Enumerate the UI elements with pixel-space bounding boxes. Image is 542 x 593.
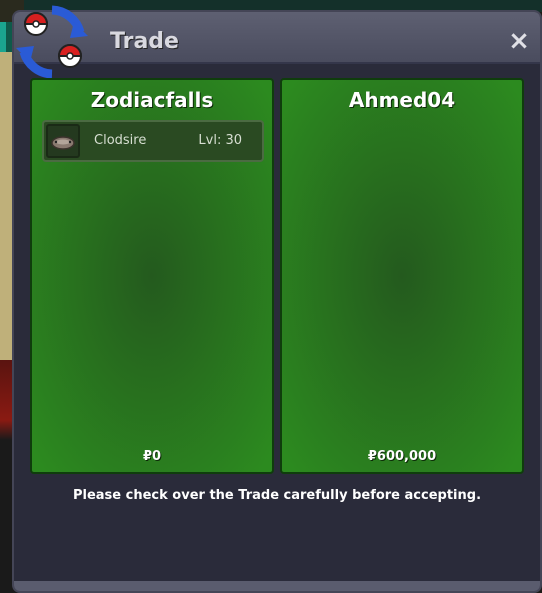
my-offer-panel: Zodiacfalls Clodsire Lvl: 30 ₽0 <box>30 78 274 474</box>
pokemon-sprite-icon <box>46 124 80 158</box>
close-icon[interactable]: × <box>508 28 530 54</box>
partner-trainer-name: Ahmed04 <box>348 88 456 112</box>
offered-pokemon-row[interactable]: Clodsire Lvl: 30 <box>42 120 264 162</box>
trade-titlebar[interactable]: Trade × <box>14 12 540 64</box>
pokemon-level: Lvl: 30 <box>198 133 242 148</box>
partner-offer-panel: Ahmed04 ₽600,000 <box>280 78 524 474</box>
trade-window: Trade × Zodiacfalls Clodsire Lvl: 30 ₽0 … <box>12 5 542 593</box>
my-trainer-name: Zodiacfalls <box>90 88 214 112</box>
pokeball-swap-icon <box>16 5 88 79</box>
window-bottom-bar <box>14 581 540 591</box>
pokemon-name: Clodsire <box>94 133 147 148</box>
window-title: Trade <box>110 29 179 54</box>
partner-money-offer: ₽600,000 <box>367 449 437 464</box>
my-money-offer: ₽0 <box>142 449 162 464</box>
trade-notice: Please check over the Trade carefully be… <box>72 488 482 503</box>
